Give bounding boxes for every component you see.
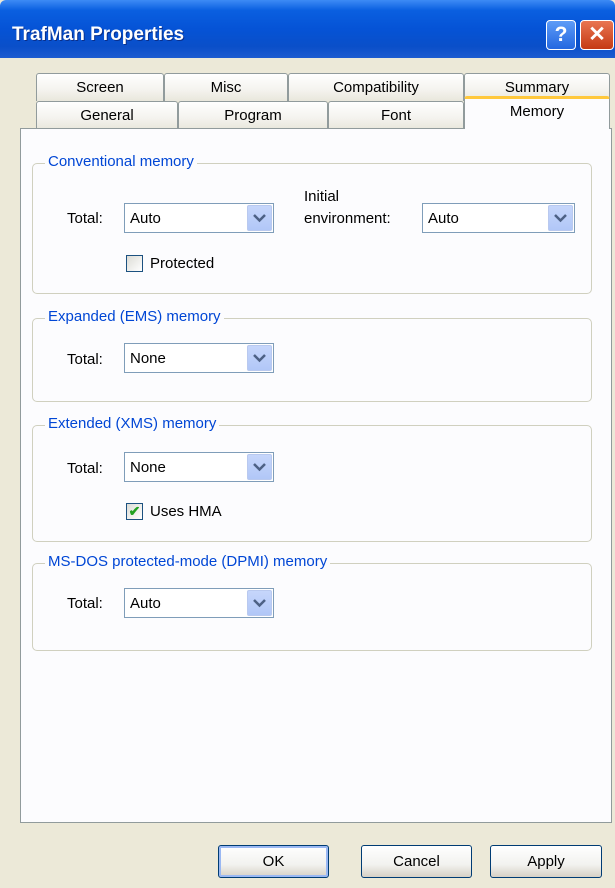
extended-memory-group: Extended (XMS) memory <box>32 415 592 542</box>
dpmi-total-select[interactable]: Auto <box>124 588 274 618</box>
group-legend: MS-DOS protected-mode (DPMI) memory <box>45 553 331 570</box>
expanded-total-select[interactable]: None <box>124 343 274 373</box>
group-legend: Extended (XMS) memory <box>45 415 220 432</box>
cancel-button[interactable]: Cancel <box>361 845 472 878</box>
help-button[interactable]: ? <box>546 20 576 50</box>
group-legend: Conventional memory <box>45 153 197 170</box>
chevron-down-icon[interactable] <box>247 590 272 616</box>
group-legend: Expanded (EMS) memory <box>45 308 224 325</box>
extended-total-label: Total: <box>67 460 103 477</box>
initial-environment-select[interactable]: Auto <box>422 203 575 233</box>
protected-label[interactable]: Protected <box>150 255 214 272</box>
select-value: Auto <box>130 210 161 227</box>
title-bar: TrafMan Properties ? ✕ <box>0 0 615 58</box>
conventional-total-select[interactable]: Auto <box>124 203 274 233</box>
expanded-total-label: Total: <box>67 351 103 368</box>
env-label-line2: environment: <box>304 210 391 227</box>
tab-memory[interactable]: Memory <box>464 96 610 129</box>
protected-checkbox[interactable] <box>126 255 143 272</box>
select-value: None <box>130 459 166 476</box>
dpmi-total-label: Total: <box>67 595 103 612</box>
conventional-total-label: Total: <box>67 210 103 227</box>
env-label-line1: Initial <box>304 188 340 205</box>
extended-total-select[interactable]: None <box>124 452 274 482</box>
uses-hma-checkbox[interactable]: ✔ <box>126 503 143 520</box>
tab-program[interactable]: Program <box>178 101 328 129</box>
select-value: None <box>130 350 166 367</box>
tab-general[interactable]: General <box>36 101 178 129</box>
expanded-memory-group: Expanded (EMS) memory <box>32 308 592 402</box>
close-button[interactable]: ✕ <box>580 20 614 50</box>
tab-misc[interactable]: Misc <box>164 73 288 101</box>
chevron-down-icon[interactable] <box>247 345 272 371</box>
checkmark-icon: ✔ <box>128 503 141 519</box>
close-icon: ✕ <box>588 23 606 46</box>
select-value: Auto <box>130 595 161 612</box>
apply-button[interactable]: Apply <box>490 845 602 878</box>
chevron-down-icon[interactable] <box>247 454 272 480</box>
uses-hma-label[interactable]: Uses HMA <box>150 503 222 520</box>
chevron-down-icon[interactable] <box>247 205 272 231</box>
tab-screen[interactable]: Screen <box>36 73 164 101</box>
tab-compatibility[interactable]: Compatibility <box>288 73 464 101</box>
tab-font[interactable]: Font <box>328 101 464 129</box>
chevron-down-icon[interactable] <box>548 205 573 231</box>
help-icon: ? <box>554 23 568 46</box>
dpmi-memory-group: MS-DOS protected-mode (DPMI) memory <box>32 553 592 651</box>
window-title: TrafMan Properties <box>12 24 185 45</box>
select-value: Auto <box>428 210 459 227</box>
ok-button[interactable]: OK <box>218 845 329 878</box>
